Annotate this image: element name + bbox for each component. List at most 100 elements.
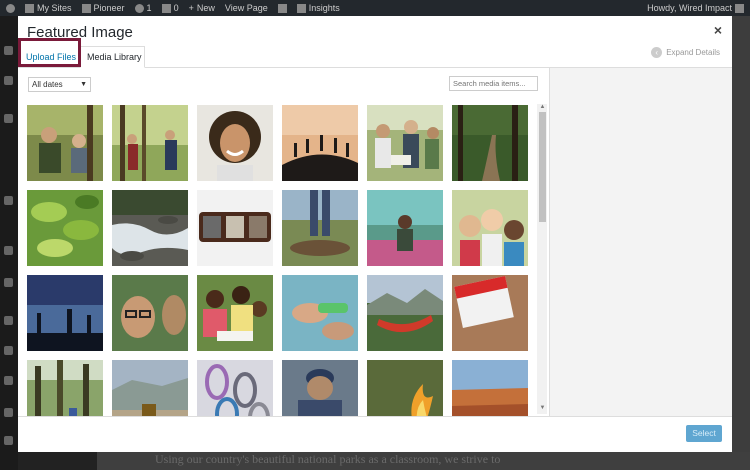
media-item-9[interactable] xyxy=(197,190,273,266)
new-label: New xyxy=(196,3,215,13)
green-leaves-photo xyxy=(27,190,103,266)
background-body-text: Using our country's beautiful national p… xyxy=(155,452,501,466)
left-bottom-backdrop xyxy=(18,452,97,470)
scroll-down-arrow-icon[interactable]: ▼ xyxy=(538,405,547,411)
search-media-input[interactable] xyxy=(449,76,538,91)
comments-menu[interactable]: 0 xyxy=(161,3,179,13)
appearance-icon xyxy=(4,246,13,255)
media-item-19[interactable] xyxy=(27,360,103,416)
plugins-icon xyxy=(4,278,13,287)
smiling-kids-photo xyxy=(452,190,528,266)
media-item-20[interactable] xyxy=(112,360,188,416)
new-content-menu[interactable]: + New xyxy=(189,3,215,13)
dropdown-arrow-icon: ▼ xyxy=(80,81,87,88)
site-name-label: Pioneer xyxy=(93,3,125,13)
media-item-8[interactable] xyxy=(112,190,188,266)
silhouettes-hill-sunset-photo xyxy=(282,105,358,181)
silhouette-hikers-dusk-photo xyxy=(27,275,103,351)
select-button[interactable]: Select xyxy=(686,425,722,442)
comment-icon xyxy=(161,3,171,13)
media-item-11[interactable] xyxy=(367,190,443,266)
updates-icon xyxy=(134,3,144,13)
family-hiking-photo xyxy=(27,105,103,181)
view-page-label: View Page xyxy=(224,3,268,13)
close-icon[interactable]: × xyxy=(714,22,722,38)
yoast-menu[interactable] xyxy=(277,3,287,13)
campfire-photo xyxy=(367,360,443,416)
insights-label: Insights xyxy=(308,3,340,13)
media-item-22[interactable] xyxy=(282,360,358,416)
attachment-details-pane xyxy=(549,68,732,416)
media-item-18[interactable] xyxy=(452,275,528,351)
red-first-aid-kit-photo xyxy=(452,275,528,351)
expand-details-label: Expand Details xyxy=(666,48,720,57)
collapse-icon xyxy=(4,436,13,445)
site-name-menu[interactable]: Pioneer xyxy=(81,3,125,13)
media-item-24[interactable] xyxy=(452,360,528,416)
red-rock-canyon-photo xyxy=(452,360,528,416)
home-icon xyxy=(81,3,91,13)
modal-footer xyxy=(18,416,732,452)
updates-menu[interactable]: 1 xyxy=(134,3,152,13)
wooden-plaque-photo xyxy=(197,190,273,266)
media-item-12[interactable] xyxy=(452,190,528,266)
chevron-left-icon: ‹ xyxy=(651,47,663,58)
girl-glasses-forest-photo xyxy=(112,275,188,351)
river-rapids-photo xyxy=(112,190,188,266)
hiker-wildflowers-photo xyxy=(367,190,443,266)
expand-details-button[interactable]: ‹ Expand Details xyxy=(651,47,720,58)
right-backdrop xyxy=(732,16,750,470)
forest-trail-photo xyxy=(452,105,528,181)
media-item-4[interactable] xyxy=(282,105,358,181)
wordpress-icon xyxy=(6,3,15,13)
comments-count: 0 xyxy=(173,3,179,13)
admin-sidebar-backdrop xyxy=(0,16,18,470)
media-item-21[interactable] xyxy=(197,360,273,416)
media-item-3[interactable] xyxy=(197,105,273,181)
dashboard-icon xyxy=(4,46,13,55)
media-item-1[interactable] xyxy=(27,105,103,181)
sites-icon xyxy=(25,3,34,13)
account-menu[interactable]: Howdy, Wired Impact xyxy=(647,3,744,13)
tab-media-library[interactable]: Media Library xyxy=(80,46,145,68)
hands-water-sample-photo xyxy=(282,275,358,351)
settings-icon xyxy=(4,376,13,385)
media-item-2[interactable] xyxy=(112,105,188,181)
featured-image-modal: Featured Image × Upload Files Media Libr… xyxy=(18,16,732,452)
greeting-label: Howdy, Wired Impact xyxy=(647,3,732,13)
hammock-mountains-photo xyxy=(367,275,443,351)
comments-icon xyxy=(4,196,13,205)
media-item-15[interactable] xyxy=(197,275,273,351)
road-bus-valley-photo xyxy=(112,360,188,416)
wp-logo-menu[interactable] xyxy=(6,3,15,13)
media-item-7[interactable] xyxy=(27,190,103,266)
updates-count: 1 xyxy=(146,3,152,13)
children-group-activity-photo xyxy=(197,275,273,351)
media-item-16[interactable] xyxy=(282,275,358,351)
smiling-woman-portrait-photo xyxy=(197,105,273,181)
scroll-up-arrow-icon[interactable]: ▲ xyxy=(538,104,547,110)
media-item-14[interactable] xyxy=(112,275,188,351)
my-sites-label: My Sites xyxy=(37,3,72,13)
media-item-13[interactable] xyxy=(27,275,103,351)
avatar xyxy=(735,3,744,13)
grid-scrollbar-thumb[interactable] xyxy=(539,112,546,222)
person-cap-back-photo xyxy=(282,360,358,416)
admin-bar: My Sites Pioneer 1 0 + New View Page Insi… xyxy=(0,0,750,16)
my-sites-menu[interactable]: My Sites xyxy=(25,3,72,13)
yoast-icon xyxy=(277,3,287,13)
media-item-5[interactable] xyxy=(367,105,443,181)
plus-icon: + xyxy=(188,3,194,13)
media-item-10[interactable] xyxy=(282,190,358,266)
pages-icon xyxy=(4,114,13,123)
view-page-link[interactable]: View Page xyxy=(225,3,268,13)
insights-menu[interactable]: Insights xyxy=(296,3,340,13)
pin-icon xyxy=(4,76,13,85)
media-item-23[interactable] xyxy=(367,360,443,416)
date-filter-select[interactable]: All dates ▼ xyxy=(28,77,91,92)
media-item-17[interactable] xyxy=(367,275,443,351)
media-grid xyxy=(18,102,536,416)
date-filter-value: All dates xyxy=(32,80,63,89)
media-item-6[interactable] xyxy=(452,105,528,181)
seo-icon xyxy=(4,408,13,417)
